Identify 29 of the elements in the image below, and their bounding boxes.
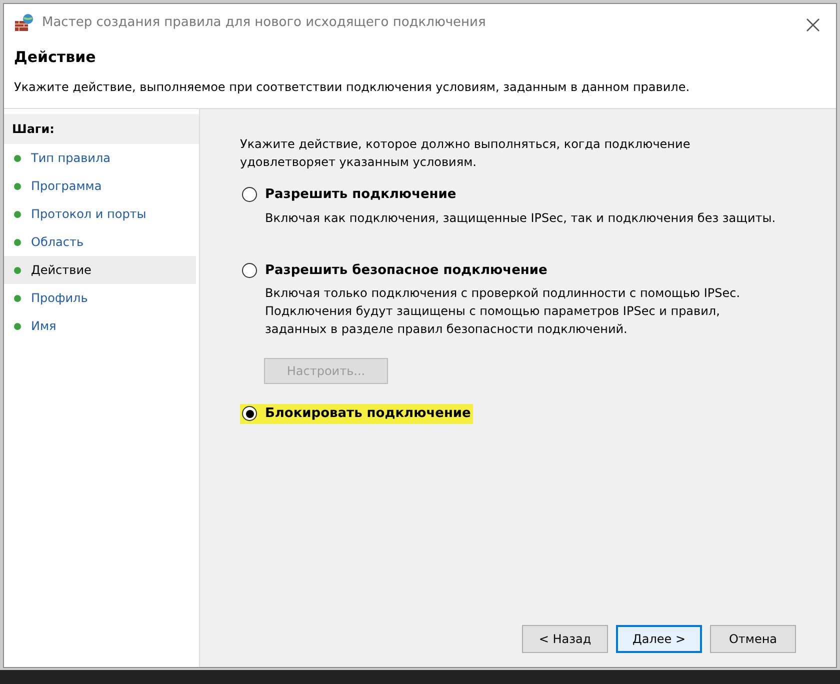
sidebar-item[interactable]: Программа <box>4 172 196 200</box>
sidebar-item[interactable]: Имя <box>4 312 196 340</box>
option-description: Включая только подключения с проверкой подлинности с помощью IPSec. Подключения будут защищены с помощью параметров IPSec и правил, заданных в разделе правил безопасности подключений. <box>265 285 742 338</box>
page-subtitle: Укажите действие, выполняемое при соответствии подключения условиям, заданным в данном правиле. <box>14 79 691 96</box>
status-dot-icon <box>14 210 21 218</box>
sidebar-item[interactable]: Профиль <box>4 284 196 312</box>
status-dot-icon <box>14 182 21 190</box>
wizard-button[interactable]: < Назад <box>522 625 608 653</box>
status-dot-icon <box>14 294 21 302</box>
firewall-icon <box>14 13 34 33</box>
wizard-button[interactable]: Отмена <box>710 625 796 653</box>
radio-button[interactable] <box>242 262 257 278</box>
radio-button[interactable] <box>242 187 257 202</box>
sidebar-item[interactable]: Область <box>4 228 196 256</box>
radio-button[interactable] <box>242 406 257 422</box>
page-title: Действие <box>14 48 97 66</box>
instruction-text: Укажите действие, которое должно выполняться, когда подключение удовлетворяет указанным условиям. <box>240 136 692 171</box>
window-title: Мастер создания правила для нового исходящего подключения <box>42 14 486 32</box>
status-dot-icon <box>14 238 21 246</box>
wizard-button[interactable]: Далее > <box>616 625 702 653</box>
status-dot-icon <box>14 266 21 274</box>
sidebar-item[interactable]: Действие <box>4 256 196 284</box>
sidebar-item[interactable]: Протокол и порты <box>4 200 196 228</box>
option-description: Включая как подключения, защищенные IPSec, так и подключения без защиты. <box>265 210 777 226</box>
status-dot-icon <box>14 322 21 330</box>
status-dot-icon <box>14 154 21 162</box>
sidebar-item[interactable]: Тип правила <box>4 144 196 172</box>
close-icon <box>806 18 820 32</box>
steps-heading: Шаги: <box>4 114 199 144</box>
